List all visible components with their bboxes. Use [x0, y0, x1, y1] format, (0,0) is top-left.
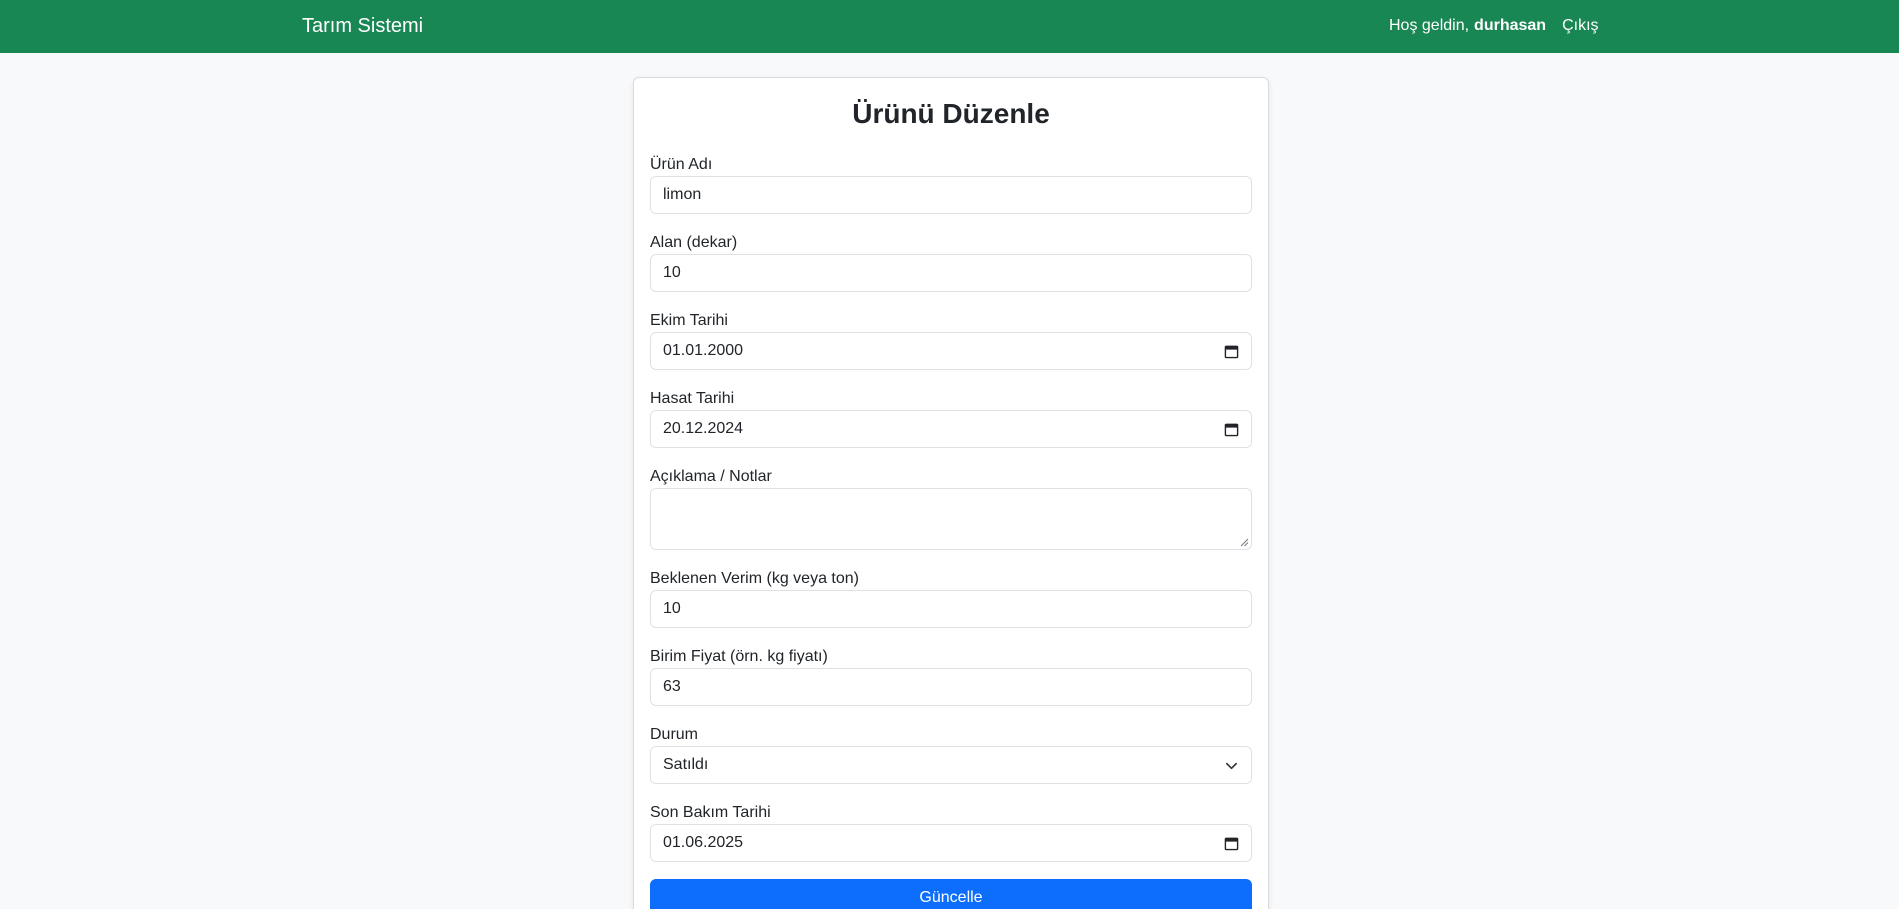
expected-yield-value: 10: [663, 600, 681, 617]
harvest-date-input[interactable]: 20.12.2024: [650, 410, 1252, 448]
unit-price-label: Birim Fiyat (örn. kg fiyatı): [650, 648, 828, 665]
last-care-date-value: 01.06.2025: [663, 834, 744, 851]
harvest-date-label: Hasat Tarihi: [650, 390, 735, 407]
chevron-down-icon: [1225, 762, 1238, 770]
brand-link[interactable]: Tarım Sistemi: [302, 14, 423, 38]
calendar-icon[interactable]: [1224, 422, 1239, 437]
calendar-icon[interactable]: [1224, 344, 1239, 359]
status-label: Durum: [650, 726, 699, 743]
planting-date-label: Ekim Tarihi: [650, 312, 728, 329]
logout-link[interactable]: Çıkış: [1562, 15, 1598, 37]
last-care-date-label: Son Bakım Tarihi: [650, 804, 771, 821]
last-care-date-input[interactable]: 01.06.2025: [650, 824, 1252, 862]
resize-handle-icon[interactable]: [1240, 538, 1249, 547]
planting-date-input[interactable]: 01.01.2000: [650, 332, 1252, 370]
notes-label: Açıklama / Notlar: [650, 468, 772, 485]
notes-textarea[interactable]: [650, 488, 1252, 550]
username: durhasan: [1474, 17, 1547, 34]
product-name-label: Ürün Adı: [650, 156, 713, 173]
product-name-value: limon: [663, 186, 702, 203]
calendar-icon[interactable]: [1224, 836, 1239, 851]
harvest-date-value: 20.12.2024: [663, 420, 744, 437]
unit-price-value: 63: [663, 678, 681, 695]
planting-date-value: 01.01.2000: [663, 342, 744, 359]
status-select[interactable]: Satıldı: [650, 746, 1252, 784]
greeting-text: Hoş geldin,: [1389, 17, 1470, 34]
update-button[interactable]: Güncelle: [650, 879, 1252, 909]
area-value: 10: [663, 264, 681, 281]
unit-price-input[interactable]: 63: [650, 668, 1252, 706]
product-name-input[interactable]: limon: [650, 176, 1252, 214]
navbar-user-area: Hoş geldin, durhasan Çıkış: [1389, 15, 1599, 37]
navbar: Tarım Sistemi Hoş geldin, durhasan Çıkış: [0, 0, 1899, 53]
expected-yield-label: Beklenen Verim (kg veya ton): [650, 570, 859, 587]
expected-yield-input[interactable]: 10: [650, 590, 1252, 628]
page-title: Ürünü Düzenle: [852, 98, 1050, 129]
edit-product-card: Ürünü Düzenle Ürün Adı limon Alan (dekar…: [633, 77, 1269, 909]
area-label: Alan (dekar): [650, 234, 738, 251]
status-value: Satıldı: [663, 756, 709, 773]
area-input[interactable]: 10: [650, 254, 1252, 292]
